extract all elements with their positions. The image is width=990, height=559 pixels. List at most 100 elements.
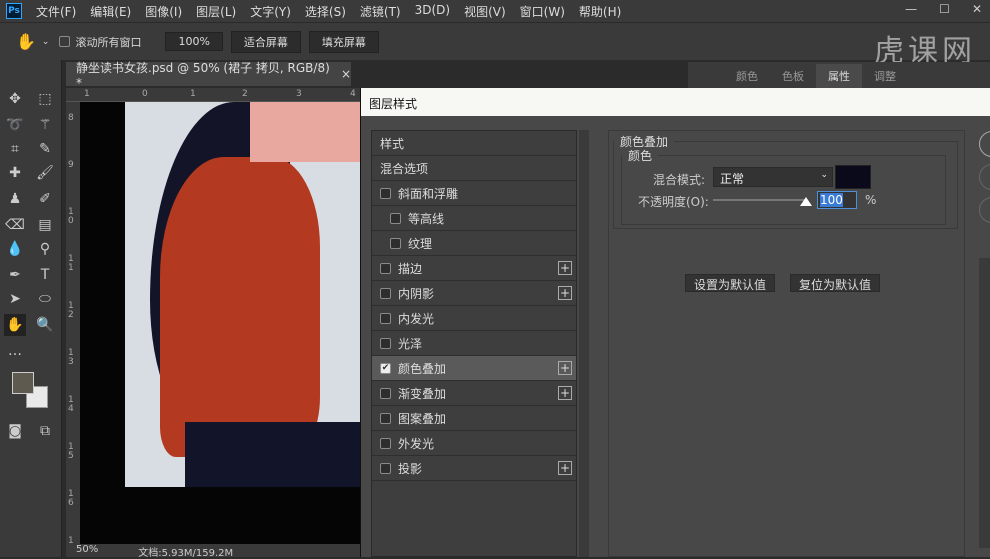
style-item[interactable]: 混合选项 xyxy=(372,156,576,181)
more-tools-icon[interactable]: … xyxy=(4,340,26,362)
eraser-tool-icon[interactable]: ⌫ xyxy=(4,214,26,236)
style-checkbox[interactable]: ✔ xyxy=(380,362,391,374)
style-item-label: 纹理 xyxy=(408,236,433,251)
blend-mode-select[interactable]: 正常 ⌄ xyxy=(713,167,833,187)
menu-item[interactable]: 滤镜(T) xyxy=(360,3,401,20)
healing-brush-icon[interactable]: ✚ xyxy=(4,162,26,184)
menu-item[interactable]: 窗口(W) xyxy=(520,3,565,20)
zoom-tool-icon[interactable]: 🔍 xyxy=(34,314,56,336)
maximize-button[interactable]: ☐ xyxy=(939,2,950,16)
brush-tool-icon[interactable]: 🖌 xyxy=(34,162,56,184)
style-item[interactable]: 外发光 xyxy=(372,431,576,456)
add-style-icon[interactable]: + xyxy=(558,386,572,400)
style-item[interactable]: 渐变叠加 + xyxy=(372,381,576,406)
panel-tab[interactable]: 调整 xyxy=(862,64,908,88)
style-item[interactable]: 描边 + xyxy=(372,256,576,281)
chevron-down-icon[interactable]: ⌄ xyxy=(42,37,50,47)
preview-swatch xyxy=(979,258,990,548)
opacity-slider-thumb[interactable] xyxy=(800,197,812,206)
menu-item[interactable]: 文件(F) xyxy=(36,3,76,20)
minimize-button[interactable]: — xyxy=(905,2,917,16)
scroll-all-checkbox[interactable] xyxy=(59,36,71,47)
cancel-button[interactable] xyxy=(979,164,990,190)
pen-tool-icon[interactable]: ✒ xyxy=(4,264,26,286)
foreground-color-swatch[interactable] xyxy=(12,372,34,394)
document-canvas[interactable] xyxy=(80,102,360,544)
style-item[interactable]: 图案叠加 xyxy=(372,406,576,431)
fill-screen-button[interactable]: 填充屏幕 xyxy=(308,30,379,53)
style-item[interactable]: 内阴影 + xyxy=(372,281,576,306)
menu-item[interactable]: 视图(V) xyxy=(464,3,506,20)
style-checkbox[interactable] xyxy=(390,212,401,224)
menu-item[interactable]: 3D(D) xyxy=(415,3,450,20)
dodge-tool-icon[interactable]: ⚲ xyxy=(34,238,56,260)
document-tab[interactable]: 静坐读书女孩.psd @ 50% (裙子 拷贝, RGB/8) * × xyxy=(66,61,351,90)
style-checkbox[interactable] xyxy=(390,237,401,249)
style-checkbox[interactable] xyxy=(380,262,391,274)
blur-tool-icon[interactable]: 💧 xyxy=(4,238,26,260)
style-item[interactable]: 斜面和浮雕 xyxy=(372,181,576,206)
marquee-tool-icon[interactable]: ⬚ xyxy=(34,88,56,110)
hand-tool-icon[interactable]: ✋ xyxy=(4,314,26,336)
quick-mask-icon[interactable]: ◙ xyxy=(4,420,26,442)
zoom-level[interactable]: 50% xyxy=(76,544,98,557)
style-item[interactable]: ✔ 颜色叠加 + xyxy=(372,356,576,381)
new-style-button[interactable] xyxy=(979,197,990,223)
ruler-tick-label: 16 xyxy=(68,489,74,508)
history-brush-icon[interactable]: ✐ xyxy=(34,188,56,210)
lasso-tool-icon[interactable]: ➰ xyxy=(4,114,26,136)
style-checkbox[interactable] xyxy=(380,462,391,474)
eyedropper-icon[interactable]: ✎ xyxy=(34,138,56,160)
menu-item[interactable]: 帮助(H) xyxy=(579,3,621,20)
ok-button[interactable] xyxy=(979,131,990,157)
style-item[interactable]: 投影 + xyxy=(372,456,576,481)
style-item[interactable]: 等高线 xyxy=(372,206,576,231)
path-select-icon[interactable]: ➤ xyxy=(4,288,26,310)
style-item[interactable]: 纹理 xyxy=(372,231,576,256)
ruler-tick-label: 3 xyxy=(296,89,302,99)
style-checkbox[interactable] xyxy=(380,187,391,199)
menu-item[interactable]: 选择(S) xyxy=(305,3,346,20)
style-checkbox[interactable] xyxy=(380,387,391,399)
panel-collapse-tab[interactable] xyxy=(688,68,724,88)
add-style-icon[interactable]: + xyxy=(558,461,572,475)
close-tab-icon[interactable]: × xyxy=(341,67,351,81)
style-checkbox[interactable] xyxy=(380,312,391,324)
close-button[interactable]: ✕ xyxy=(972,2,982,16)
menu-item[interactable]: 编辑(E) xyxy=(90,3,131,20)
screen-mode-icon[interactable]: ⧉ xyxy=(34,420,56,442)
style-list-scrollbar[interactable] xyxy=(579,130,589,557)
overlay-color-swatch[interactable] xyxy=(835,165,871,189)
move-tool-icon[interactable]: ✥ xyxy=(4,88,26,110)
panel-tab[interactable]: 色板 xyxy=(770,64,816,88)
panel-tab[interactable]: 属性 xyxy=(816,64,862,88)
add-style-icon[interactable]: + xyxy=(558,361,572,375)
style-item[interactable]: 内发光 xyxy=(372,306,576,331)
style-item[interactable]: 光泽 xyxy=(372,331,576,356)
panel-tab[interactable]: 颜色 xyxy=(724,64,770,88)
crop-tool-icon[interactable]: ⌗ xyxy=(4,138,26,160)
add-style-icon[interactable]: + xyxy=(558,261,572,275)
style-checkbox[interactable] xyxy=(380,337,391,349)
fit-screen-button[interactable]: 适合屏幕 xyxy=(230,30,301,53)
gradient-tool-icon[interactable]: ▤ xyxy=(34,214,56,236)
menu-item[interactable]: 文字(Y) xyxy=(250,3,291,20)
menu-item[interactable]: 图层(L) xyxy=(196,3,236,20)
style-checkbox[interactable] xyxy=(380,437,391,449)
menu-item[interactable]: 图像(I) xyxy=(145,3,182,20)
reset-default-button[interactable]: 复位为默认值 xyxy=(790,274,881,292)
magic-wand-icon[interactable]: ⚚ xyxy=(34,114,56,136)
hand-tool-icon[interactable]: ✋ xyxy=(16,32,36,51)
style-item[interactable]: 样式 xyxy=(372,131,576,156)
stamp-tool-icon[interactable]: ♟ xyxy=(4,188,26,210)
opacity-slider[interactable] xyxy=(713,199,807,201)
zoom-100-button[interactable]: 100% xyxy=(165,32,223,51)
style-checkbox[interactable] xyxy=(380,412,391,424)
opacity-input[interactable]: 100 xyxy=(817,191,857,209)
type-tool-icon[interactable]: T xyxy=(34,264,56,286)
style-checkbox[interactable] xyxy=(380,287,391,299)
ellipse-tool-icon[interactable]: ⬭ xyxy=(34,288,56,310)
set-default-button[interactable]: 设置为默认值 xyxy=(685,274,776,292)
dialog-title: 图层样式 xyxy=(361,88,990,116)
add-style-icon[interactable]: + xyxy=(558,286,572,300)
